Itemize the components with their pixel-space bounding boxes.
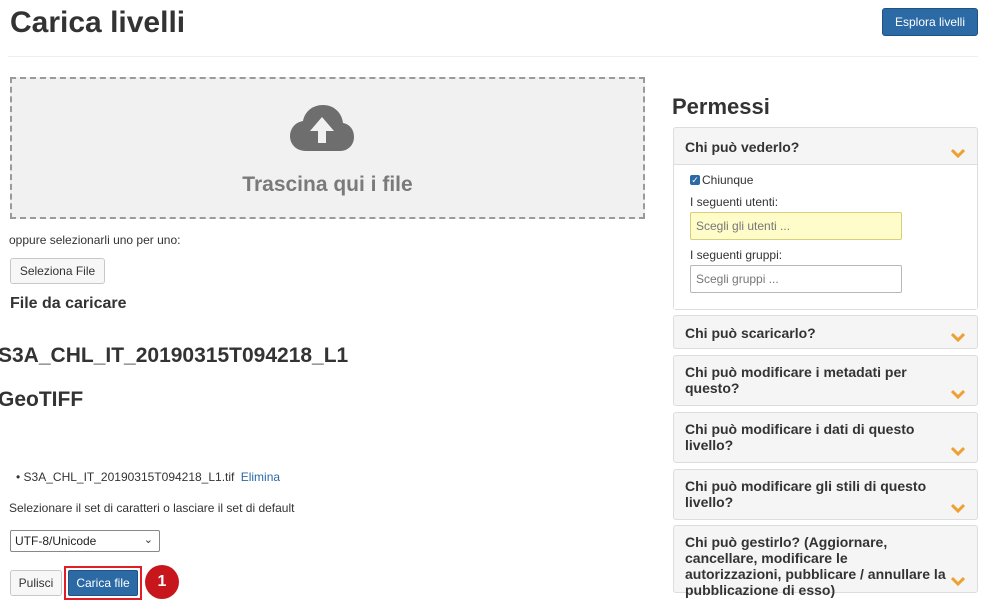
panel-who-can-edit-data[interactable]: Chi può modificare i dati di questo live… (673, 412, 978, 463)
anyone-label: Chiunque (702, 173, 754, 187)
charset-select[interactable]: UTF-8/Unicode ⌄ (10, 530, 160, 552)
remove-file-link[interactable]: Elimina (241, 470, 280, 484)
chevron-down-icon (951, 503, 965, 513)
groups-label: I seguenti gruppi: (690, 248, 783, 262)
panel-header-who-can-view[interactable]: Chi può vederlo? (674, 128, 977, 164)
file-name: S3A_CHL_IT_20190315T094218_L1.tif (23, 470, 235, 484)
panel-header-who-can-edit-data[interactable]: Chi può modificare i dati di questo live… (674, 413, 977, 462)
chevron-down-icon (951, 576, 965, 586)
panel-body-who-can-view: ✓ Chiunque I seguenti utenti: Scegli gli… (674, 164, 977, 309)
file-list: S3A_CHL_IT_20190315T094218_L1.tif Elimin… (16, 470, 281, 484)
panel-label: Chi può modificare i dati di questo live… (685, 421, 915, 453)
panel-header-who-can-download[interactable]: Chi può scaricarlo? (674, 316, 977, 348)
charset-selected-value: UTF-8/Unicode (15, 534, 97, 548)
anyone-checkbox-row[interactable]: ✓ Chiunque (690, 173, 961, 187)
permissions-title: Permessi (672, 94, 770, 119)
chevron-down-icon (951, 446, 965, 456)
file-type-heading: GeoTIFF (0, 388, 84, 411)
panel-label: Chi può modificare gli stili di questo l… (685, 478, 927, 510)
users-label: I seguenti utenti: (690, 195, 779, 209)
dropzone-text: Trascina qui i file (242, 173, 413, 196)
select-files-button[interactable]: Seleziona File (10, 258, 105, 284)
groups-input[interactable]: Scegli gruppi ... (690, 265, 902, 293)
chevron-down-icon (951, 148, 965, 158)
chevron-down-icon (951, 389, 965, 399)
panel-who-can-manage[interactable]: Chi può gestirlo? (Aggiornare, cancellar… (673, 525, 978, 598)
panel-label: Chi può modificare i metadati per questo… (685, 364, 907, 396)
checkbox-checked-icon[interactable]: ✓ (690, 175, 700, 185)
select-individually-text: oppure selezionarli uno per uno: (9, 233, 181, 247)
upload-file-button[interactable]: Carica file (68, 570, 138, 596)
list-item: S3A_CHL_IT_20190315T094218_L1.tif Elimin… (16, 470, 281, 484)
header-divider (8, 56, 978, 57)
browse-layers-button[interactable]: Esplora livelli (882, 8, 978, 36)
panel-who-can-edit-metadata[interactable]: Chi può modificare i metadati per questo… (673, 355, 978, 406)
step-number-badge: 1 (145, 565, 179, 599)
panel-header-who-can-edit-metadata[interactable]: Chi può modificare i metadati per questo… (674, 356, 977, 405)
panel-who-can-edit-styles[interactable]: Chi può modificare gli stili di questo l… (673, 469, 978, 520)
charset-label: Selezionare il set di caratteri o lascia… (9, 501, 295, 515)
panel-label: Chi può gestirlo? (Aggiornare, cancellar… (685, 534, 946, 598)
panel-who-can-view: Chi può vederlo? ✓ Chiunque I seguenti u… (673, 127, 978, 310)
users-input[interactable]: Scegli gli utenti ... (690, 212, 902, 240)
panel-header-who-can-edit-styles[interactable]: Chi può modificare gli stili di questo l… (674, 470, 977, 519)
panel-header-who-can-manage[interactable]: Chi può gestirlo? (Aggiornare, cancellar… (674, 526, 977, 598)
upload-button-highlight: Carica file (64, 566, 142, 600)
clear-button[interactable]: Pulisci (10, 570, 62, 596)
file-dropzone[interactable]: Trascina qui i file (10, 77, 645, 219)
file-name-heading: S3A_CHL_IT_20190315T094218_L1 (0, 344, 349, 367)
chevron-down-icon (951, 332, 965, 342)
files-to-upload-heading: File da caricare (10, 295, 127, 312)
panel-who-can-download[interactable]: Chi può scaricarlo? (673, 315, 978, 349)
page-title: Carica livelli (10, 6, 186, 39)
cloud-upload-icon (290, 105, 354, 151)
chevron-down-icon: ⌄ (143, 534, 153, 546)
panel-label: Chi può vederlo? (685, 139, 800, 155)
panel-label: Chi può scaricarlo? (685, 325, 816, 341)
